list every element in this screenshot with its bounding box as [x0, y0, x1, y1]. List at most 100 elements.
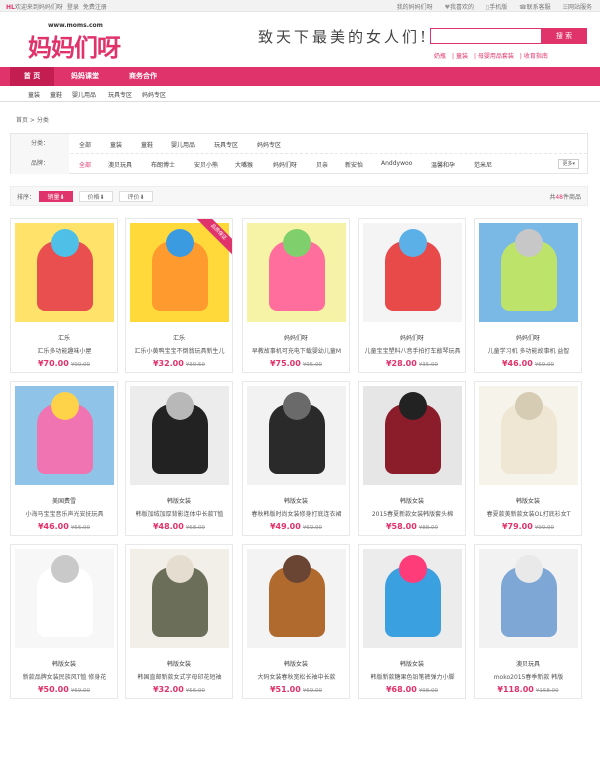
category-option[interactable]: 童装: [110, 140, 122, 149]
hot-link[interactable]: 母婴用品套装: [478, 53, 514, 60]
login-link[interactable]: 登录: [67, 4, 79, 11]
subnav-item[interactable]: 婴儿用品: [72, 90, 96, 99]
search-input[interactable]: [430, 28, 542, 44]
brand-option[interactable]: 妈妈们呀: [273, 160, 297, 169]
brand-mark: HL: [6, 4, 15, 11]
product-card[interactable]: 韩版女装 新款品牌女装民族风T恤 修身花 ¥50.00 ¥69.00: [10, 544, 118, 699]
product-image[interactable]: [130, 386, 229, 485]
site-logo[interactable]: www.moms.com 妈妈们呀: [28, 22, 121, 62]
product-card[interactable]: 韩版女装 韩版新款糖果色铅笔裤弹力小脚 ¥68.00 ¥98.00: [358, 544, 466, 699]
hot-link[interactable]: 奶瓶: [434, 53, 446, 60]
product-title[interactable]: 汇乐多功能趣味小屋: [15, 346, 114, 355]
product-title[interactable]: 春秋韩版时尚女装修身打底连衣裙: [247, 509, 346, 518]
product-image[interactable]: [363, 223, 462, 322]
category-option[interactable]: 妈妈专区: [257, 140, 281, 149]
site-service-link[interactable]: ☰网站服务: [563, 4, 592, 11]
nav-item-home[interactable]: 首 页: [10, 67, 54, 86]
category-option[interactable]: 婴儿用品: [171, 140, 195, 149]
brand-option[interactable]: 安贝小熊: [194, 160, 218, 169]
nav-item-business[interactable]: 商务合作: [118, 67, 168, 86]
product-card[interactable]: 韩版女装 韩版加绒加厚背影连体中长款T恤 ¥48.00 ¥68.00: [125, 381, 233, 536]
category-option[interactable]: 童鞋: [141, 140, 153, 149]
favorites-link[interactable]: ♥我喜欢的: [445, 4, 474, 11]
product-title[interactable]: 韩版加绒加厚背影连体中长款T恤: [130, 509, 229, 518]
product-image[interactable]: [363, 549, 462, 648]
product-card[interactable]: 韩版女装 韩国直邮新款女式字母印花短袖 ¥32.00 ¥56.00: [125, 544, 233, 699]
product-card[interactable]: 汇乐 汇乐多功能趣味小屋 ¥70.00 ¥90.00: [10, 218, 118, 373]
subnav-item[interactable]: 玩具专区: [108, 90, 132, 99]
original-price: ¥95.00: [302, 362, 323, 368]
product-image[interactable]: [479, 549, 578, 648]
product-image[interactable]: [479, 386, 578, 485]
product-card[interactable]: 韩版女装 大码女装春秋宽松长袖中长款 ¥51.00 ¥69.00: [242, 544, 350, 699]
category-option[interactable]: 全部: [79, 140, 91, 149]
subnav-item[interactable]: 童装: [28, 90, 40, 99]
sort-by-rating-button[interactable]: 评价⬇: [119, 191, 153, 202]
original-price: ¥69.00: [302, 525, 323, 531]
hot-link[interactable]: 童装: [456, 53, 468, 60]
category-option[interactable]: 玩具专区: [214, 140, 238, 149]
my-account-link[interactable]: 我的妈妈们呀: [397, 4, 433, 11]
product-price: ¥32.00: [152, 359, 184, 368]
product-title[interactable]: 2015春夏新款女装韩版套头棉: [363, 509, 462, 518]
product-title[interactable]: 小海马宝宝音乐声光安抚玩具: [15, 509, 114, 518]
product-title[interactable]: 新款品牌女装民族风T恤 修身花: [15, 672, 114, 681]
product-title[interactable]: moko2015春季新款 韩版: [479, 672, 578, 681]
brand-option-selected[interactable]: 全部: [79, 160, 91, 169]
brand-option[interactable]: 贝亲: [316, 160, 328, 169]
brand-option[interactable]: 温馨和孕: [431, 160, 455, 169]
original-price: ¥56.00: [70, 525, 91, 531]
brand-option[interactable]: Anddywoo: [381, 160, 412, 167]
product-image[interactable]: [363, 386, 462, 485]
more-brands-button[interactable]: 更多▾: [558, 159, 579, 169]
mobile-link[interactable]: ▯手机版: [486, 4, 507, 11]
product-image[interactable]: [247, 386, 346, 485]
product-title[interactable]: 儿童学习机 多功能故事机 益智: [479, 346, 578, 355]
product-image[interactable]: [247, 223, 346, 322]
product-image[interactable]: [15, 549, 114, 648]
product-card[interactable]: 韩版女装 2015春夏新款女装韩版套头棉 ¥58.00 ¥88.00: [358, 381, 466, 536]
product-title[interactable]: 韩国直邮新款女式字母印花短袖: [130, 672, 229, 681]
product-title[interactable]: 大码女装春秋宽松长袖中长款: [247, 672, 346, 681]
register-link[interactable]: 免费注册: [83, 4, 107, 11]
product-brand: 韩版女装: [283, 498, 308, 505]
search-button[interactable]: 搜 索: [541, 28, 587, 44]
subnav-item[interactable]: 童鞋: [50, 90, 62, 99]
product-card[interactable]: 妈妈们呀 儿童学习机 多功能故事机 益智 ¥46.00 ¥69.00: [474, 218, 582, 373]
product-price: ¥50.00: [37, 685, 69, 694]
product-card[interactable]: 韩版女装 春夏款美新款女装OL打底衫女T ¥79.00 ¥99.00: [474, 381, 582, 536]
sort-by-sales-button[interactable]: 销量⬇: [39, 191, 73, 202]
product-title[interactable]: 早教故事机可充电下载婴幼儿童M: [247, 346, 346, 355]
sort-by-price-button[interactable]: 价格⬇: [79, 191, 113, 202]
product-card[interactable]: 品质保证 汇乐 汇乐小黄鸭宝宝不倒翁玩具新生儿 ¥32.00 ¥39.50: [125, 218, 233, 373]
brand-option[interactable]: 大嘴猴: [235, 160, 253, 169]
product-image[interactable]: [130, 223, 229, 322]
product-image[interactable]: [479, 223, 578, 322]
product-image[interactable]: [130, 549, 229, 648]
chevron-down-icon: ▾: [572, 161, 575, 167]
product-card[interactable]: 韩版女装 春秋韩版时尚女装修身打底连衣裙 ¥49.00 ¥69.00: [242, 381, 350, 536]
product-image[interactable]: [247, 549, 346, 648]
product-title[interactable]: 汇乐小黄鸭宝宝不倒翁玩具新生儿: [130, 346, 229, 355]
arrow-down-icon: ⬇: [139, 194, 145, 201]
product-title[interactable]: 儿童宝宝塑料八音手拍打车敲琴玩具: [363, 346, 462, 355]
product-image[interactable]: [15, 386, 114, 485]
hot-link[interactable]: 收育指南: [524, 53, 548, 60]
subnav-item[interactable]: 妈妈专区: [142, 90, 166, 99]
product-card[interactable]: 澳贝玩具 moko2015春季新款 韩版 ¥118.00 ¥158.00: [474, 544, 582, 699]
product-card[interactable]: 妈妈们呀 儿童宝宝塑料八音手拍打车敲琴玩具 ¥28.00 ¥35.00: [358, 218, 466, 373]
product-card[interactable]: 妈妈们呀 早教故事机可充电下载婴幼儿童M ¥75.00 ¥95.00: [242, 218, 350, 373]
product-price: ¥79.00: [501, 522, 533, 531]
product-title[interactable]: 春夏款美新款女装OL打底衫女T: [479, 509, 578, 518]
product-title[interactable]: 韩版新款糖果色铅笔裤弹力小脚: [363, 672, 462, 681]
customer-service-link[interactable]: ☎联系客服: [519, 4, 551, 11]
brand-option[interactable]: 澳贝玩具: [108, 160, 132, 169]
brand-option[interactable]: 新安怡: [345, 160, 363, 169]
brand-option[interactable]: 范米尼: [474, 160, 492, 169]
logo-text: 妈妈们呀: [28, 33, 121, 62]
welcome-text: 欢迎来到妈妈们呀: [14, 4, 63, 11]
brand-option[interactable]: 布朗博士: [151, 160, 175, 169]
nav-item-classroom[interactable]: 妈妈课堂: [60, 67, 110, 86]
product-image[interactable]: [15, 223, 114, 322]
product-card[interactable]: 美国费雪 小海马宝宝音乐声光安抚玩具 ¥46.00 ¥56.00: [10, 381, 118, 536]
